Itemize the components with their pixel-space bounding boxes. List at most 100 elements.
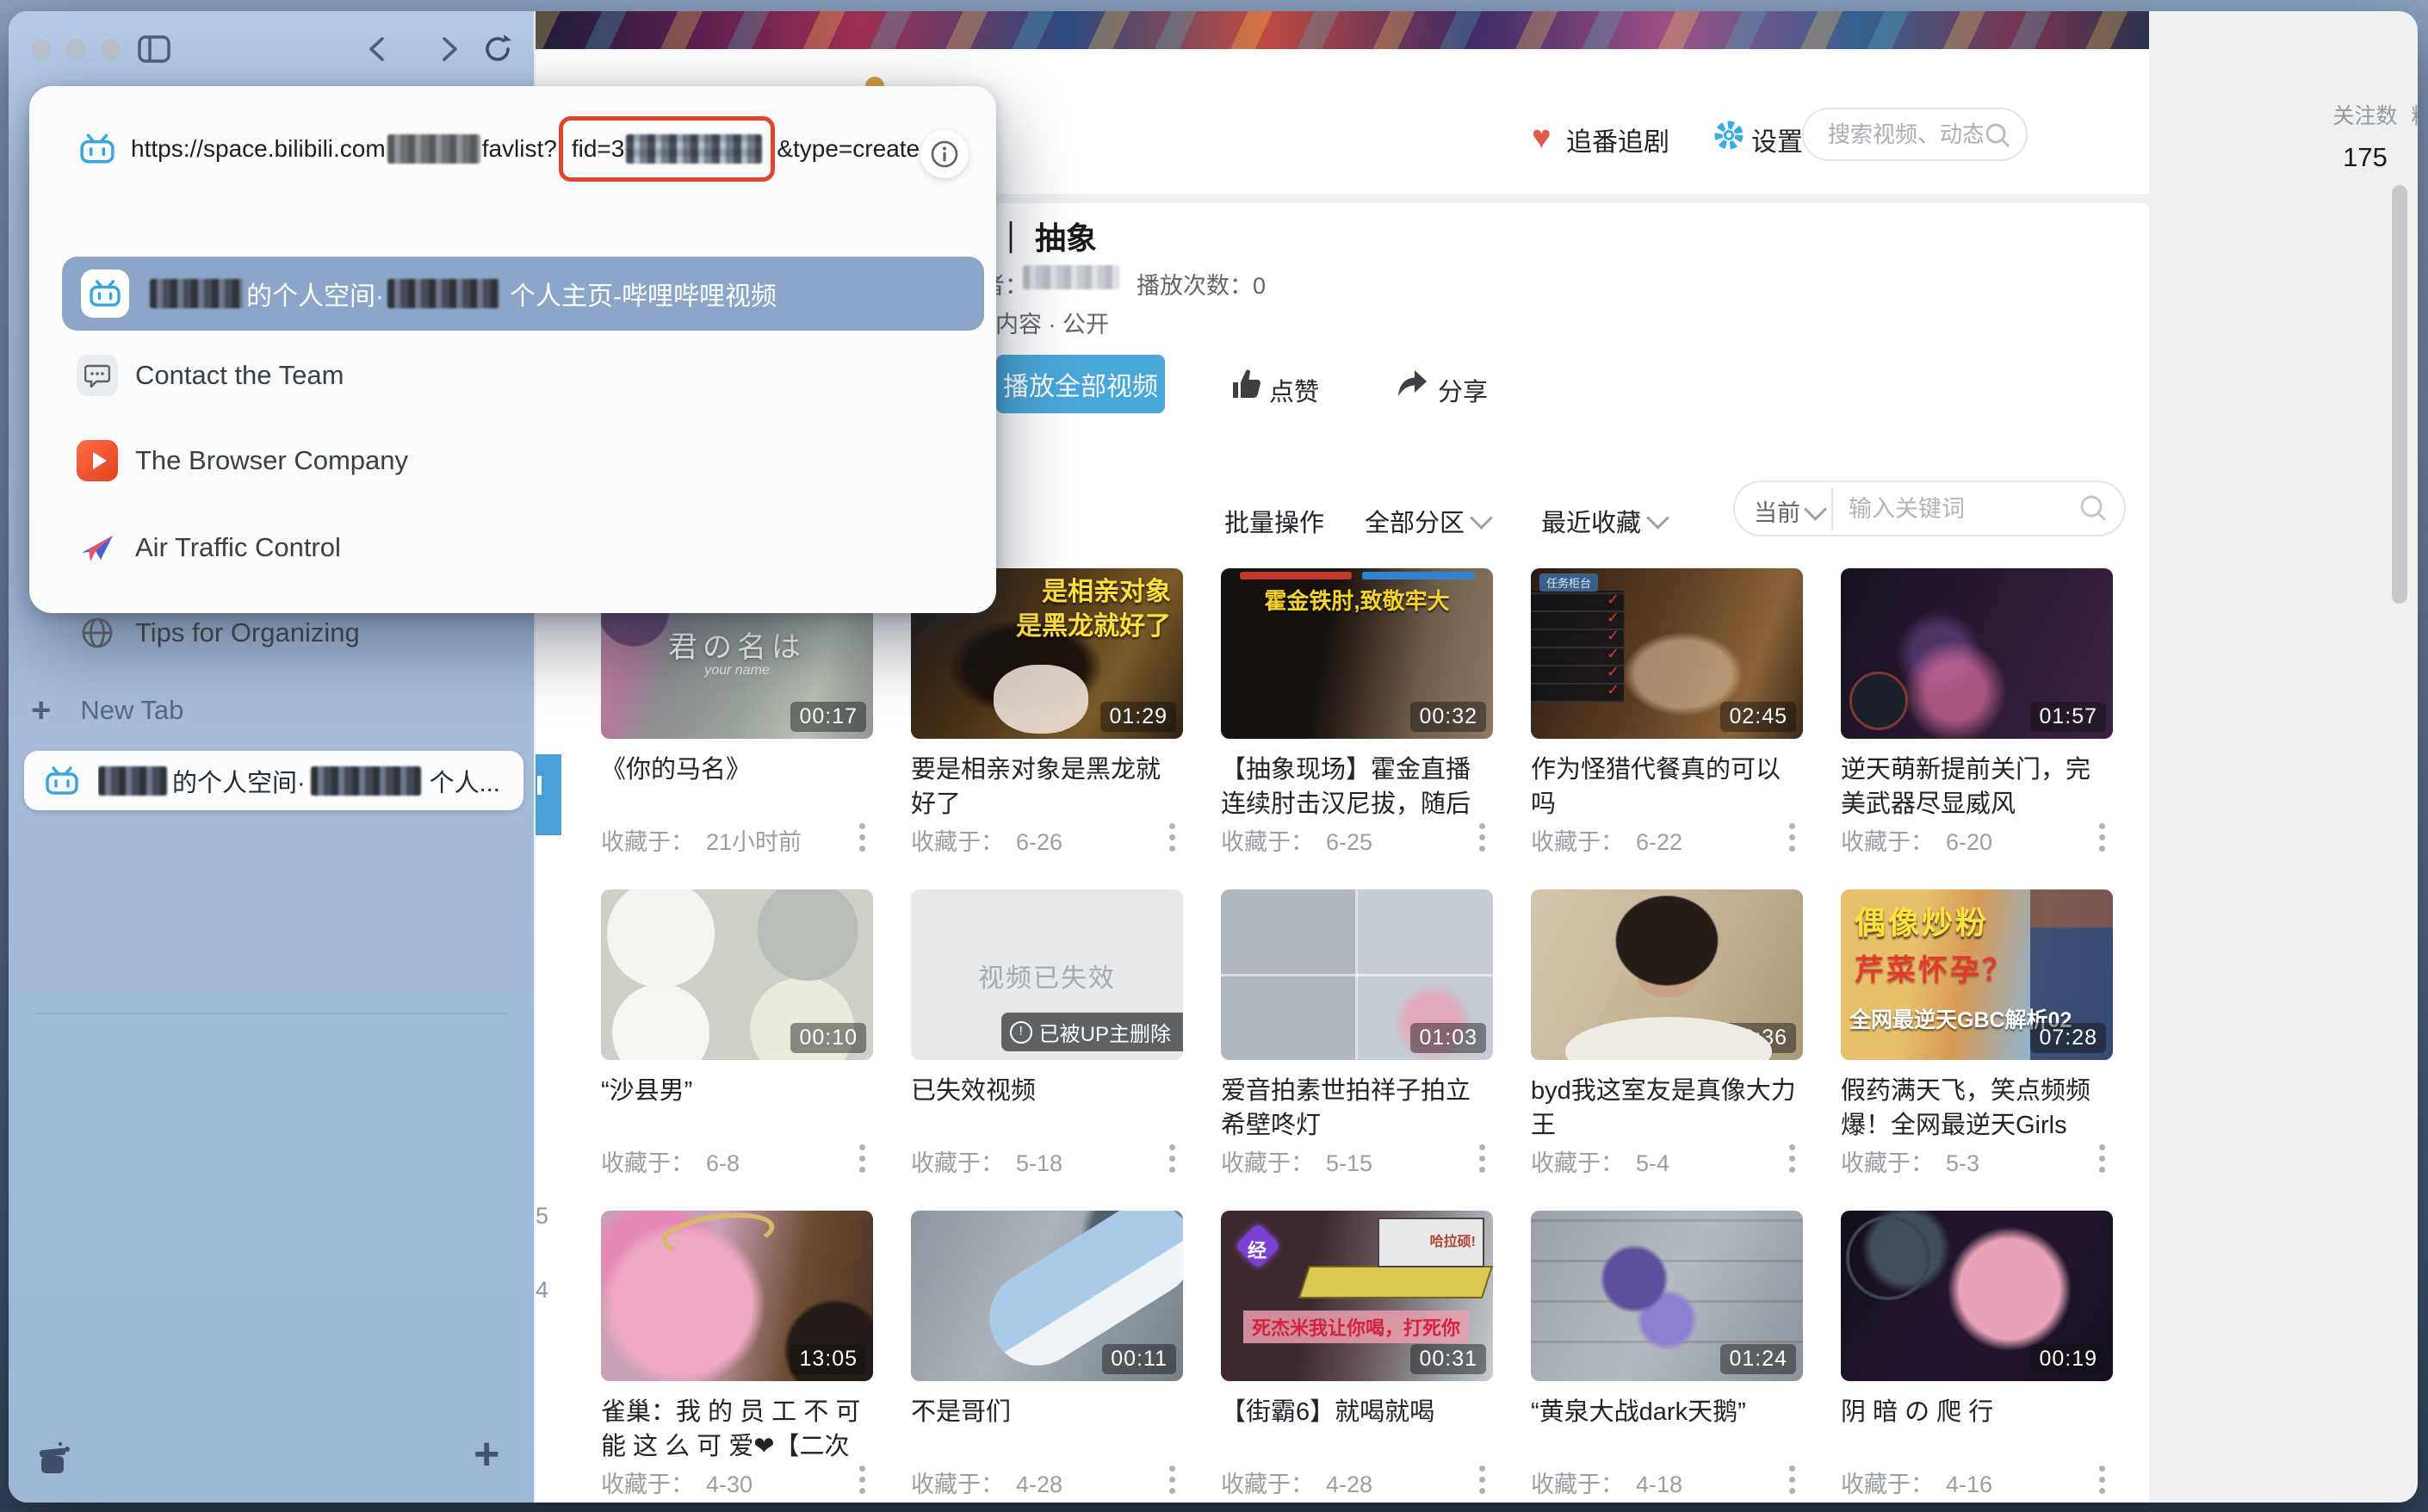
header-search-input[interactable]	[1826, 116, 1985, 152]
video-card-invalid[interactable]: 视频已失效 !已被UP主删除 已失效视频 收藏于：5-18	[911, 889, 1183, 1211]
library-box-icon[interactable]	[34, 1439, 74, 1478]
more-menu-icon[interactable]	[859, 818, 868, 857]
saved-date: 收藏于：6-8	[601, 1144, 740, 1178]
like-label[interactable]: 点赞	[1269, 372, 1319, 408]
video-card[interactable]: 偶像炒粉 芹菜怀孕？ 全网最逆天GBC解析02 07:28 假药满天飞，笑点频频…	[1841, 889, 2113, 1211]
more-menu-icon[interactable]	[1789, 818, 1798, 857]
more-menu-icon[interactable]	[859, 1139, 868, 1178]
add-space-icon[interactable]: +	[474, 1428, 499, 1480]
category-dropdown[interactable]: 全部分区	[1365, 503, 1490, 539]
more-menu-icon[interactable]	[1789, 1139, 1798, 1178]
video-title[interactable]: 《你的马名》	[601, 753, 873, 787]
video-title[interactable]: 【抽象现场】霍金直播连续肘击汉尼拔，随后直播间被封	[1221, 753, 1493, 823]
video-title[interactable]: 逆天萌新提前关门，完美武器尽显威风	[1841, 753, 2113, 821]
video-card[interactable]: 00:10 “沙县男” 收藏于：6-8	[601, 889, 873, 1211]
more-menu-icon[interactable]	[1479, 1139, 1488, 1178]
more-menu-icon[interactable]	[2099, 1460, 2108, 1499]
video-thumbnail[interactable]: ✓✓✓✓✓✓ 任务柜台 02:45	[1531, 568, 1803, 739]
more-menu-icon[interactable]	[1169, 818, 1178, 857]
video-card[interactable]: 01:24 “黄泉大战dark天鹅” 收藏于：4-18	[1531, 1211, 1803, 1503]
back-icon[interactable]	[363, 34, 394, 64]
more-menu-icon[interactable]	[1169, 1460, 1178, 1499]
video-card[interactable]: 00:11 不是哥们 收藏于：4-28	[911, 1211, 1183, 1503]
video-title[interactable]: 假药满天飞，笑点频频爆！全网最逆天Girls Band Cry解析	[1841, 1074, 2113, 1144]
video-thumbnail[interactable]: 01:57	[1841, 568, 2113, 739]
menu-item-contact[interactable]: Contact the Team	[29, 333, 996, 418]
share-icon[interactable]	[1395, 365, 1431, 406]
video-thumbnail[interactable]: 经 哈拉硕! 死杰米我让你喝，打死你 00:31	[1221, 1211, 1493, 1381]
page-scrollbar[interactable]	[2392, 185, 2407, 604]
zoom-button[interactable]	[101, 40, 120, 59]
sidebar-toggle-icon[interactable]	[138, 35, 170, 63]
minimize-button[interactable]	[66, 40, 85, 59]
video-thumbnail[interactable]: 视频已失效 !已被UP主删除	[911, 889, 1183, 1060]
nav-bangumi[interactable]: 追番追剧	[1566, 121, 1669, 158]
video-title[interactable]: 作为怪猎代餐真的可以吗	[1531, 753, 1803, 821]
keyword-input[interactable]	[1847, 491, 2048, 527]
close-button[interactable]	[32, 40, 51, 59]
menu-item-browser-company[interactable]: The Browser Company	[29, 418, 996, 503]
more-menu-icon[interactable]	[1169, 1139, 1178, 1178]
video-thumbnail[interactable]: 00:11	[911, 1211, 1183, 1381]
video-card[interactable]: 00:36 byd我这室友是真像大力王 收藏于：5-4	[1531, 889, 1803, 1211]
url-text[interactable]: https://space.bilibili.com favlist? fid=…	[131, 130, 920, 168]
video-title[interactable]: “黄泉大战dark天鹅”	[1531, 1395, 1803, 1429]
play-all-button[interactable]: 播放全部视频	[996, 355, 1165, 413]
more-menu-icon[interactable]	[859, 1460, 868, 1499]
more-menu-icon[interactable]	[2099, 818, 2108, 857]
video-card[interactable]: 经 哈拉硕! 死杰米我让你喝，打死你 00:31 【街霸6】就喝就喝 收藏于：4…	[1221, 1211, 1493, 1503]
video-title[interactable]: byd我这室友是真像大力王	[1531, 1074, 1803, 1143]
video-card[interactable]: 01:03 爱音拍素世拍祥子拍立希壁咚灯 收藏于：5-15	[1221, 889, 1493, 1211]
menu-item-tips[interactable]: Tips for Organizing	[29, 591, 996, 675]
video-card[interactable]: ✓✓✓✓✓✓ 任务柜台 02:45 作为怪猎代餐真的可以吗 收藏于：6-22	[1531, 568, 1803, 889]
url-bar[interactable]: https://space.bilibili.com favlist? fid=…	[29, 103, 996, 195]
chevron-down-icon[interactable]	[1804, 498, 1827, 521]
video-title[interactable]: 雀巢：我 的 员 工 不 可 能 这 么 可 爱❤【二次元爆改	[601, 1395, 873, 1466]
more-menu-icon[interactable]	[1789, 1460, 1798, 1499]
video-thumbnail[interactable]: 01:03	[1221, 889, 1493, 1060]
video-title[interactable]: 已失效视频	[911, 1074, 1183, 1108]
video-thumbnail[interactable]: 霍金铁肘,致敬牢大 00:32	[1221, 568, 1493, 739]
video-title[interactable]: 阴 暗 の 爬 行	[1841, 1395, 2113, 1429]
video-thumbnail[interactable]: 偶像炒粉 芹菜怀孕？ 全网最逆天GBC解析02 07:28	[1841, 889, 2113, 1060]
menu-item-air-traffic-control[interactable]: Air Traffic Control	[29, 505, 996, 590]
stat-followers[interactable]: 粉丝数 39	[2392, 99, 2418, 173]
video-thumbnail[interactable]: 00:10	[601, 889, 873, 1060]
keyword-search[interactable]: 当前	[1733, 480, 2126, 536]
share-label[interactable]: 分享	[1438, 372, 1488, 408]
forward-icon[interactable]	[432, 34, 463, 64]
folder-count-fragment: 4	[536, 1277, 548, 1304]
search-icon[interactable]	[2078, 493, 2109, 524]
suggestion-selected[interactable]: 的个人空间· 个人主页-哔哩哔哩视频	[62, 257, 984, 331]
video-thumbnail[interactable]: 01:24	[1531, 1211, 1803, 1381]
video-thumbnail[interactable]: 00:19	[1841, 1211, 2113, 1381]
video-card[interactable]: 霍金铁肘,致敬牢大 00:32 【抽象现场】霍金直播连续肘击汉尼拔，随后直播间被…	[1221, 568, 1493, 889]
video-card[interactable]: 13:05 雀巢：我 的 员 工 不 可 能 这 么 可 爱❤【二次元爆改 收藏…	[601, 1211, 873, 1503]
new-tab-button[interactable]: + New Tab	[31, 691, 513, 729]
reload-icon[interactable]	[480, 32, 515, 66]
like-icon[interactable]	[1229, 367, 1264, 406]
scope-select[interactable]: 当前	[1754, 494, 1800, 528]
video-title[interactable]: “沙县男”	[601, 1074, 873, 1108]
search-icon[interactable]	[1983, 121, 2012, 150]
video-card[interactable]: 00:19 阴 暗 の 爬 行 收藏于：4-16	[1841, 1211, 2113, 1503]
sort-dropdown[interactable]: 最近收藏	[1541, 503, 1666, 539]
active-tab[interactable]: 的个人空间· 个人...	[24, 751, 523, 810]
video-thumbnail[interactable]: 13:05	[601, 1211, 873, 1381]
more-menu-icon[interactable]	[1479, 818, 1488, 857]
info-button[interactable]	[920, 130, 969, 178]
more-menu-icon[interactable]	[2099, 1139, 2108, 1178]
header-search[interactable]	[1802, 108, 2028, 161]
video-thumbnail[interactable]: 00:36	[1531, 889, 1803, 1060]
nav-settings[interactable]: 设置	[1751, 121, 1803, 158]
redacted-fid	[626, 134, 762, 164]
video-card[interactable]: 01:57 逆天萌新提前关门，完美武器尽显威风 收藏于：6-20	[1841, 568, 2113, 889]
duration-badge: 01:29	[1100, 702, 1176, 732]
saved-date: 收藏于：5-18	[911, 1144, 1062, 1178]
batch-actions[interactable]: 批量操作	[1224, 503, 1324, 539]
video-title[interactable]: 不是哥们	[911, 1395, 1183, 1429]
video-title[interactable]: 爱音拍素世拍祥子拍立希壁咚灯	[1221, 1074, 1493, 1143]
video-title[interactable]: 【街霸6】就喝就喝	[1221, 1395, 1493, 1429]
video-title[interactable]: 要是相亲对象是黑龙就好了	[911, 753, 1183, 821]
more-menu-icon[interactable]	[1479, 1460, 1488, 1499]
